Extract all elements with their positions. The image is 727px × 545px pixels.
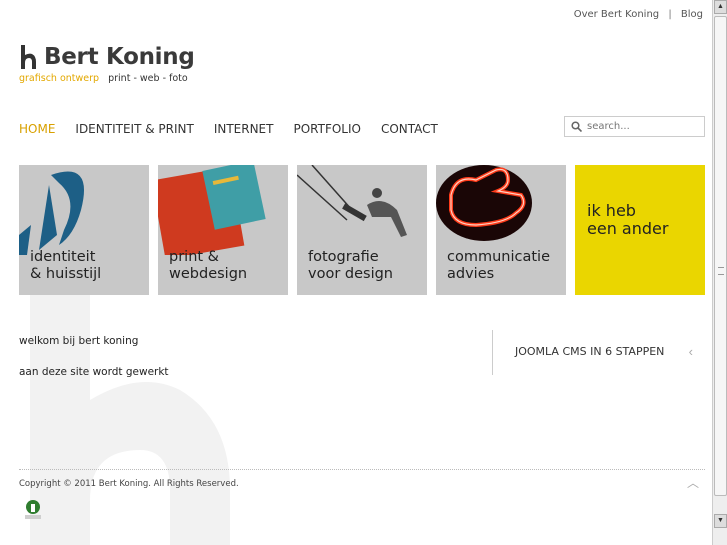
tile-ik-heb-een-ander[interactable]: ik heb een ander (575, 165, 705, 295)
neon-thumb-image (436, 165, 532, 241)
logo-name: Bert Koning (44, 44, 195, 70)
scroll-up-icon[interactable]: ▲ (714, 0, 727, 14)
search-box[interactable] (564, 116, 705, 137)
swing-photo-image (297, 165, 407, 237)
scroll-thumb[interactable] (714, 16, 727, 496)
notice-text: aan deze site wordt gewerkt (19, 366, 169, 378)
tile-identiteit[interactable]: identiteit & huisstijl (19, 165, 149, 295)
copyright-text: Copyright © 2011 Bert Koning. All Rights… (19, 479, 239, 489)
chevron-left-icon[interactable]: ‹ (689, 344, 693, 359)
nav-home[interactable]: HOME (19, 122, 55, 136)
identity-logo-image (19, 171, 85, 255)
welcome-text: welkom bij bert koning (19, 335, 139, 347)
tile-label: identiteit & huisstijl (30, 249, 102, 282)
about-link[interactable]: Over Bert Koning (574, 9, 659, 20)
nav-identiteit-print[interactable]: IDENTITEIT & PRINT (75, 122, 193, 136)
scroll-down-icon[interactable]: ▼ (714, 514, 727, 528)
scroll-grip-icon (718, 267, 724, 275)
background-logo-mark (30, 290, 230, 545)
main-nav: HOME IDENTITEIT & PRINT INTERNET PORTFOL… (19, 122, 458, 136)
logo-tagline-design: grafisch ontwerp (19, 73, 100, 84)
nav-internet[interactable]: INTERNET (214, 122, 274, 136)
top-links: Over Bert Koning | Blog (574, 9, 703, 20)
print-cards-image (158, 165, 266, 255)
tile-print-webdesign[interactable]: print & webdesign (158, 165, 288, 295)
tile-label: ik heb een ander (587, 201, 669, 238)
tile-fotografie[interactable]: fotografie voor design (297, 165, 427, 295)
tile-label: fotografie voor design (308, 249, 393, 282)
search-input[interactable] (587, 121, 697, 132)
bk-logo-icon (21, 45, 36, 69)
tile-communicatie[interactable]: communicatie advies (436, 165, 566, 295)
blog-link[interactable]: Blog (681, 9, 703, 20)
site-logo[interactable]: Bert Koning grafisch ontwerp print - web… (19, 44, 195, 84)
tile-label: print & webdesign (169, 249, 248, 282)
joomla-badge-icon[interactable] (23, 499, 43, 521)
chevron-up-icon[interactable]: ︿ (687, 474, 699, 491)
sidebar-module: JOOMLA CMS IN 6 STAPPEN ‹ (492, 330, 705, 375)
vertical-scrollbar[interactable]: ▲ ▼ (712, 0, 727, 545)
logo-tagline-media: print - web - foto (108, 73, 188, 84)
feature-tiles: identiteit & huisstijl print & webdesign… (19, 165, 705, 295)
search-icon (571, 121, 582, 132)
nav-contact[interactable]: CONTACT (381, 122, 438, 136)
joomla-link[interactable]: JOOMLA CMS IN 6 STAPPEN (515, 345, 664, 358)
tile-label: communicatie advies (447, 249, 550, 282)
main-content: welkom bij bert koning aan deze site wor… (19, 335, 169, 397)
footer-divider (19, 469, 705, 470)
nav-portfolio[interactable]: PORTFOLIO (293, 122, 361, 136)
separator: | (668, 9, 672, 20)
